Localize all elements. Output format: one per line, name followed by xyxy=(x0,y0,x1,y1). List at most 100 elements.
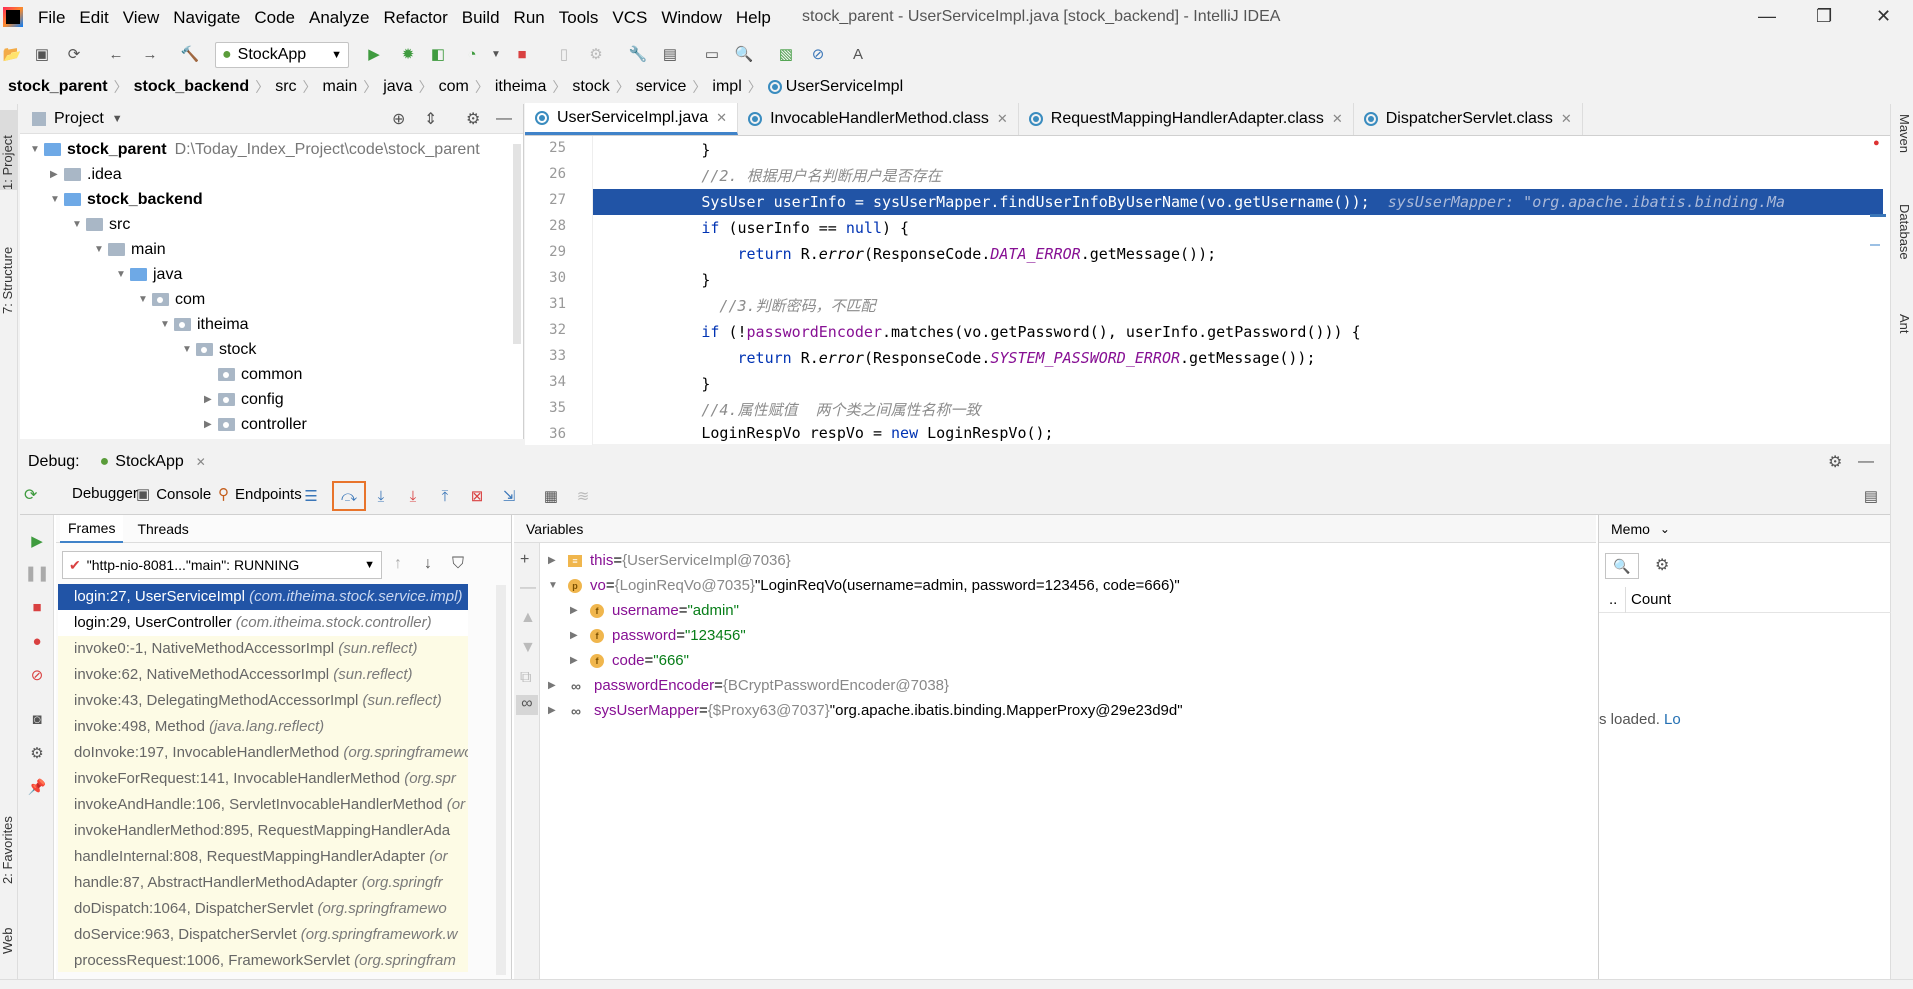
drop-frame-icon[interactable]: ⊠ xyxy=(466,485,488,507)
power-save-icon[interactable]: ⊘ xyxy=(808,44,828,64)
gear-icon[interactable]: ⚙ xyxy=(1655,555,1669,575)
attach-icon[interactable]: ▯ xyxy=(554,44,574,64)
stack-frame[interactable]: invoke:62, NativeMethodAccessorImpl (sun… xyxy=(58,662,468,688)
menu-code[interactable]: Code xyxy=(254,8,295,28)
copy-icon[interactable]: ⧉ xyxy=(520,669,531,687)
stop-icon[interactable]: ■ xyxy=(512,44,532,64)
stack-frame[interactable]: handleInternal:808, RequestMappingHandle… xyxy=(58,844,468,870)
menu-window[interactable]: Window xyxy=(661,8,721,28)
forward-icon[interactable]: → xyxy=(140,44,160,64)
expanded-arrow-icon[interactable]: ▼ xyxy=(30,144,44,155)
crumb-itheima[interactable]: itheima xyxy=(495,78,547,96)
tool-tab-ant[interactable]: Ant xyxy=(1894,314,1912,354)
locate-icon[interactable]: ⊕ xyxy=(392,109,405,129)
expanded-arrow-icon[interactable]: ▼ xyxy=(50,194,64,205)
menu-tools[interactable]: Tools xyxy=(559,8,599,28)
run-icon[interactable]: ▶ xyxy=(364,44,384,64)
next-frame-icon[interactable]: ↓ xyxy=(424,555,432,573)
chevron-down-icon[interactable]: ⌄ xyxy=(1660,522,1670,536)
collapsed-arrow-icon[interactable]: ▶ xyxy=(204,394,218,405)
tab-frames[interactable]: Frames xyxy=(60,514,124,543)
code-line[interactable]: return R.error(ResponseCode.SYSTEM_PASSW… xyxy=(593,345,1883,371)
view-breakpoints-icon[interactable]: ● xyxy=(27,631,47,651)
pin-icon[interactable]: 📌 xyxy=(27,777,47,797)
watches-glasses-icon[interactable]: ∞ xyxy=(516,695,538,715)
camera-icon[interactable]: ◙ xyxy=(27,709,47,729)
tab-userserviceimpl[interactable]: UserServiceImpl.java ✕ xyxy=(525,103,739,135)
stack-frame[interactable]: invoke:498, Method (java.lang.reflect) xyxy=(58,714,468,740)
close-icon[interactable]: ✕ xyxy=(1876,6,1891,27)
tree-item-stock[interactable]: ▼ stock xyxy=(182,337,256,362)
save-icon[interactable]: ▣ xyxy=(32,44,52,64)
collapsed-arrow-icon[interactable]: ▶ xyxy=(548,555,562,566)
column-count[interactable]: Count xyxy=(1631,591,1671,608)
filter-icon[interactable]: ⛉ xyxy=(452,555,464,573)
debug-config-tab[interactable]: StockApp xyxy=(115,453,183,471)
expanded-arrow-icon[interactable]: ▼ xyxy=(182,344,196,355)
tool-tab-database[interactable]: Database xyxy=(1894,204,1912,284)
stack-frame[interactable]: doService:963, DispatcherServlet (org.sp… xyxy=(58,922,468,948)
scroll-marker[interactable] xyxy=(1870,244,1880,246)
code-line[interactable]: //2. 根据用户名判断用户是否存在 xyxy=(593,163,1883,189)
error-marker-icon[interactable]: ● xyxy=(1873,137,1880,149)
memory-search-icon[interactable]: 🔍 xyxy=(1605,553,1639,579)
sync-icon[interactable]: ⟳ xyxy=(64,44,84,64)
stack-frame[interactable]: doInvoke:197, InvocableHandlerMethod (or… xyxy=(58,740,468,766)
thread-select[interactable]: ✔ "http-nio-8081..."main": RUNNING ▼ xyxy=(62,551,382,579)
variable-row-this[interactable]: ▶ ≡ this = {UserServiceImpl@7036} xyxy=(548,548,791,573)
expanded-arrow-icon[interactable]: ▼ xyxy=(72,219,86,230)
stack-frame[interactable]: handle:87, AbstractHandlerMethodAdapter … xyxy=(58,870,468,896)
hide-panel-icon[interactable]: — xyxy=(496,110,512,128)
resume-icon[interactable]: ▶ xyxy=(27,531,47,551)
layout-icon[interactable]: ▤ xyxy=(1860,485,1882,507)
stack-frame[interactable]: invokeForRequest:141, InvocableHandlerMe… xyxy=(58,766,468,792)
tab-invocablehandlermethod[interactable]: InvocableHandlerMethod.class ✕ xyxy=(738,103,1019,135)
close-tab-icon[interactable]: ✕ xyxy=(997,111,1008,127)
run-config-select[interactable]: ● StockApp ▼ xyxy=(215,42,349,68)
variable-row-username[interactable]: ▶ f username = "admin" xyxy=(570,598,739,623)
tree-item-common[interactable]: common xyxy=(204,362,302,387)
menu-run[interactable]: Run xyxy=(514,8,545,28)
restore-icon[interactable]: ❐ xyxy=(1816,6,1832,27)
collapsed-arrow-icon[interactable]: ▶ xyxy=(204,419,218,430)
stack-frame[interactable]: login:27, UserServiceImpl (com.itheima.s… xyxy=(58,584,468,610)
code-line[interactable]: return R.error(ResponseCode.DATA_ERROR.g… xyxy=(593,241,1883,267)
menu-file[interactable]: File xyxy=(38,8,65,28)
code-line[interactable]: //3.判断密码，不匹配 xyxy=(593,293,1883,319)
tab-threads[interactable]: Threads xyxy=(137,521,188,537)
tool-tab-web[interactable]: Web xyxy=(0,914,18,955)
tab-console[interactable]: ▣ Console xyxy=(136,485,211,503)
debug-icon[interactable]: ✹ xyxy=(398,44,418,64)
mute-breakpoints-icon[interactable]: ⊘ xyxy=(27,665,47,685)
variable-row-sysusermapper[interactable]: ▶ ∞ sysUserMapper = {$Proxy63@7037} "org… xyxy=(548,698,1183,723)
stack-frame[interactable]: invoke0:-1, NativeMethodAccessorImpl (su… xyxy=(58,636,468,662)
monitor-icon[interactable]: ▧ xyxy=(776,44,796,64)
variable-row-vo[interactable]: ▼ p vo = {LoginReqVo@7035} "LoginReqVo(u… xyxy=(548,573,1180,598)
stack-frame[interactable]: invoke:43, DelegatingMethodAccessorImpl … xyxy=(58,688,468,714)
tool-tab-favorites[interactable]: 2: Favorites xyxy=(0,794,18,884)
terminal-icon[interactable]: ▭ xyxy=(702,44,722,64)
code-line[interactable]: if (userInfo == null) { xyxy=(593,215,1883,241)
crumb-java[interactable]: java xyxy=(383,78,412,96)
profile-icon[interactable]: ◔ xyxy=(462,44,482,64)
collapsed-arrow-icon[interactable]: ▶ xyxy=(548,705,562,716)
evaluate-expression-icon[interactable]: ▦ xyxy=(540,485,562,507)
run-to-cursor-icon[interactable]: ⇲ xyxy=(498,485,520,507)
add-watch-icon[interactable]: + xyxy=(520,551,529,569)
force-step-into-icon[interactable]: ⤓ xyxy=(402,485,424,507)
stack-frame[interactable]: login:29, UserController (com.itheima.st… xyxy=(58,610,468,636)
collapse-all-icon[interactable]: ⇕ xyxy=(424,109,437,129)
crumb-stock-parent[interactable]: stock_parent xyxy=(8,78,108,96)
move-up-icon[interactable]: ▲ xyxy=(520,609,536,627)
current-execution-line[interactable]: SysUser userInfo = sysUserMapper.findUse… xyxy=(593,189,1883,215)
previous-frame-icon[interactable]: ↑ xyxy=(394,555,402,573)
tool-tab-structure[interactable]: 7: Structure xyxy=(0,214,18,314)
tab-memory[interactable]: Memo xyxy=(1611,521,1650,537)
crumb-stock[interactable]: stock xyxy=(572,78,609,96)
tree-item-src[interactable]: ▼ src xyxy=(72,212,130,237)
tab-dispatcherservlet[interactable]: DispatcherServlet.class ✕ xyxy=(1354,103,1583,135)
close-tab-icon[interactable]: ✕ xyxy=(716,110,727,126)
gear-icon[interactable]: ⚙ xyxy=(27,743,47,763)
expanded-arrow-icon[interactable]: ▼ xyxy=(116,269,130,280)
crumb-stock-backend[interactable]: stock_backend xyxy=(134,78,250,96)
